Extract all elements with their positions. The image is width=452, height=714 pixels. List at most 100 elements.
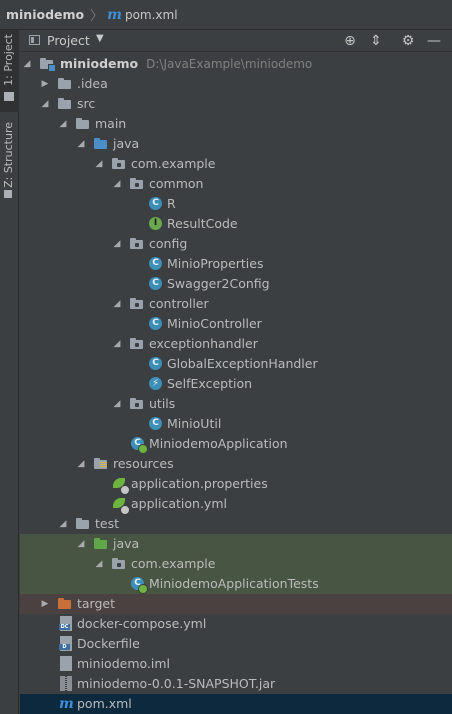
collapse-all-icon[interactable]: ⇕ xyxy=(367,32,385,50)
tab-project[interactable]: 1: Project xyxy=(0,30,19,112)
expand-arrow-icon[interactable]: ◢ xyxy=(75,134,87,154)
breadcrumb: miniodemo 〉 m pom.xml xyxy=(0,0,452,30)
tab-structure-label: Z: Structure xyxy=(2,122,15,188)
node-label: config xyxy=(149,236,188,251)
node-label: pom.xml xyxy=(77,696,132,711)
node-label: Dockerfile xyxy=(77,636,140,651)
expand-arrow-icon[interactable]: ◢ xyxy=(39,94,51,114)
tree-row-application-yml[interactable]: application.yml xyxy=(20,494,452,515)
node-label: MiniodemoApplication xyxy=(149,436,288,451)
class-icon: C xyxy=(149,317,162,330)
class-icon: C xyxy=(149,417,162,430)
tree-row-resources[interactable]: ◢ resources xyxy=(20,454,452,474)
tree-row-global-exception-handler[interactable]: C GlobalExceptionHandler xyxy=(20,354,452,374)
expand-arrow-icon[interactable]: ◢ xyxy=(75,454,87,474)
expand-arrow-icon[interactable]: ◢ xyxy=(111,234,123,254)
tab-project-label: 1: Project xyxy=(2,34,15,86)
view-selector-label[interactable]: Project xyxy=(47,33,90,48)
node-label: test xyxy=(95,516,120,531)
tree-row-miniodemo-application-tests[interactable]: C MiniodemoApplicationTests xyxy=(20,574,452,594)
node-label: exceptionhandler xyxy=(149,336,258,351)
tree-row-com-example[interactable]: ◢ com.example xyxy=(20,154,452,174)
expand-arrow-icon[interactable]: ◢ xyxy=(111,334,123,354)
breadcrumb-separator: 〉 xyxy=(90,9,104,24)
tree-row-r[interactable]: C R xyxy=(20,194,452,214)
tree-row-jar[interactable]: miniodemo-0.0.1-SNAPSHOT.jar xyxy=(20,674,452,694)
node-label: common xyxy=(149,176,204,191)
node-label: docker-compose.yml xyxy=(77,616,207,631)
gear-icon[interactable]: ⚙ xyxy=(399,32,417,50)
tab-structure[interactable]: Z: Structure xyxy=(0,116,19,206)
project-tree: ◢ miniodemo D:\JavaExample\miniodemo ▶ .i… xyxy=(20,54,452,714)
tree-row-miniodemo-iml[interactable]: miniodemo.iml xyxy=(20,654,452,674)
minimize-icon[interactable]: — xyxy=(425,32,443,50)
locate-icon[interactable]: ⊕ xyxy=(341,32,359,50)
expand-arrow-icon[interactable]: ◢ xyxy=(75,534,87,554)
tree-row-src[interactable]: ◢ src xyxy=(20,94,452,114)
expand-arrow-icon[interactable]: ◢ xyxy=(111,394,123,414)
tree-row-idea[interactable]: ▶ .idea xyxy=(20,74,452,94)
tree-row-controller[interactable]: ◢ controller xyxy=(20,294,452,314)
tree-row-minio-controller[interactable]: C MinioController xyxy=(20,314,452,334)
expand-arrow-icon[interactable]: ◢ xyxy=(21,54,33,74)
node-label: resources xyxy=(113,456,174,471)
chevron-down-icon[interactable]: ▼ xyxy=(96,33,104,44)
class-icon: C xyxy=(149,257,162,270)
tree-row-test-com-example[interactable]: ◢ com.example xyxy=(20,554,452,574)
package-icon xyxy=(111,157,127,171)
node-label: MiniodemoApplicationTests xyxy=(149,576,319,591)
tree-row-root[interactable]: ◢ miniodemo D:\JavaExample\miniodemo xyxy=(20,54,452,74)
collapsed-arrow-icon[interactable]: ▶ xyxy=(39,74,51,94)
tree-row-swagger2-config[interactable]: C Swagger2Config xyxy=(20,274,452,294)
expand-arrow-icon[interactable]: ◢ xyxy=(57,114,69,134)
structure-icon xyxy=(4,190,12,198)
tree-row-self-exception[interactable]: ⚡ SelfException xyxy=(20,374,452,394)
node-label: controller xyxy=(149,296,209,311)
tree-row-test[interactable]: ◢ test xyxy=(20,514,452,534)
node-label: .idea xyxy=(77,76,108,91)
node-label: target xyxy=(77,596,116,611)
spring-boot-class-icon: C xyxy=(131,437,148,454)
module-file-icon xyxy=(60,656,72,671)
class-icon: C xyxy=(149,197,162,210)
breadcrumb-project[interactable]: miniodemo xyxy=(6,7,84,22)
node-label: MinioUtil xyxy=(167,416,222,431)
tree-row-main[interactable]: ◢ main xyxy=(20,114,452,134)
tree-row-dockerfile[interactable]: D Dockerfile xyxy=(20,634,452,654)
tool-window-strip: 1: Project Z: Structure xyxy=(0,30,19,714)
collapsed-arrow-icon[interactable]: ▶ xyxy=(39,594,51,614)
project-view-icon xyxy=(29,35,40,45)
expand-arrow-icon[interactable]: ◢ xyxy=(111,294,123,314)
package-icon xyxy=(129,397,145,411)
node-label: application.properties xyxy=(131,476,268,491)
package-icon xyxy=(129,297,145,311)
tree-row-exceptionhandler[interactable]: ◢ exceptionhandler xyxy=(20,334,452,354)
expand-arrow-icon[interactable]: ◢ xyxy=(93,154,105,174)
tree-row-common[interactable]: ◢ common xyxy=(20,174,452,194)
test-source-folder-icon xyxy=(93,537,109,551)
node-label: miniodemo.iml xyxy=(77,656,171,671)
tree-row-minio-properties[interactable]: C MinioProperties xyxy=(20,254,452,274)
tree-row-config[interactable]: ◢ config xyxy=(20,234,452,254)
test-class-icon: C xyxy=(131,577,148,594)
tree-row-pom[interactable]: m pom.xml xyxy=(20,694,452,714)
tree-row-minio-util[interactable]: C MinioUtil xyxy=(20,414,452,434)
expand-arrow-icon[interactable]: ◢ xyxy=(57,514,69,534)
tree-row-test-java[interactable]: ◢ java xyxy=(20,534,452,554)
package-icon xyxy=(129,177,145,191)
tree-row-docker-compose[interactable]: DC docker-compose.yml xyxy=(20,614,452,634)
tree-row-result-code[interactable]: I ResultCode xyxy=(20,214,452,234)
module-folder-icon xyxy=(39,57,56,72)
node-label: Swagger2Config xyxy=(167,276,270,291)
node-label: java xyxy=(113,536,140,551)
source-folder-icon xyxy=(93,137,109,151)
root-path: D:\JavaExample\miniodemo xyxy=(146,57,313,71)
tree-row-utils[interactable]: ◢ utils xyxy=(20,394,452,414)
expand-arrow-icon[interactable]: ◢ xyxy=(93,554,105,574)
tree-row-application-properties[interactable]: application.properties xyxy=(20,474,452,495)
tree-row-target[interactable]: ▶ target xyxy=(20,594,452,614)
tree-row-java[interactable]: ◢ java xyxy=(20,134,452,154)
tree-row-miniodemo-application[interactable]: C MiniodemoApplication xyxy=(20,434,452,454)
expand-arrow-icon[interactable]: ◢ xyxy=(111,174,123,194)
breadcrumb-file[interactable]: pom.xml xyxy=(125,8,178,22)
